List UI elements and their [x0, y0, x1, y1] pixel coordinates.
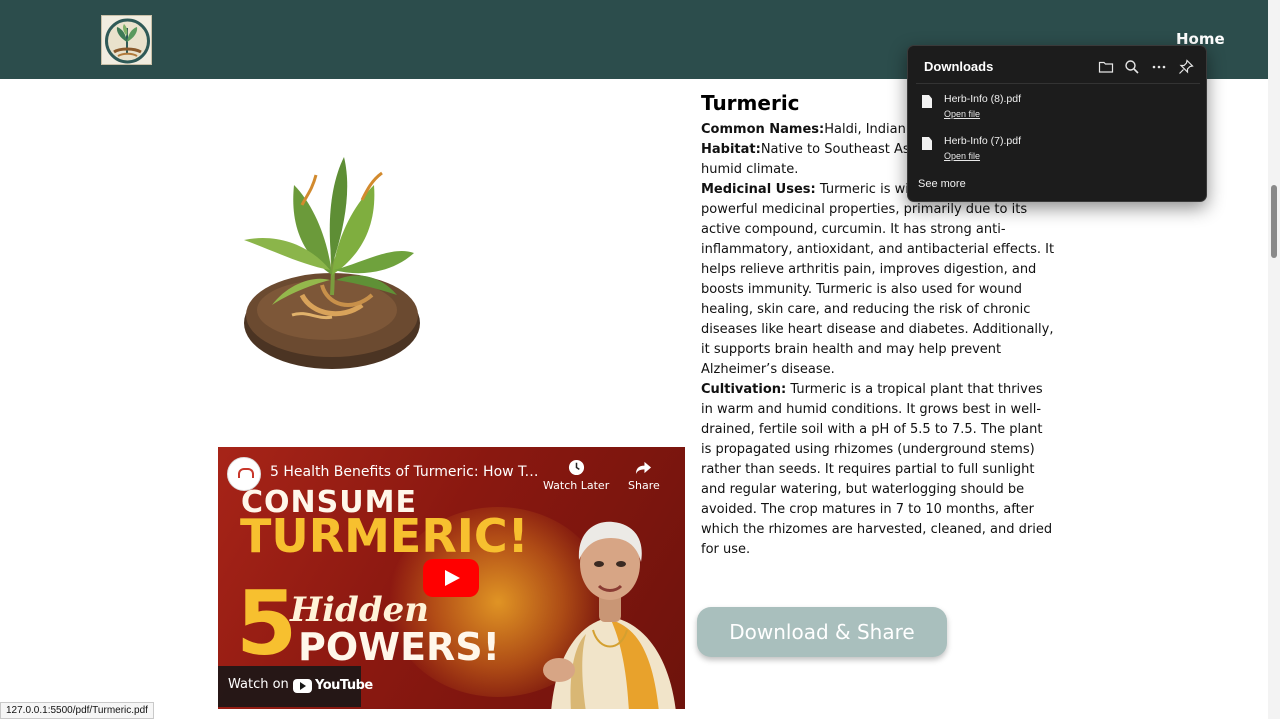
- cultivation-row: Cultivation: Turmeric is a tropical plan…: [701, 380, 1055, 560]
- download-file-name: Herb-Info (8).pdf: [944, 93, 1022, 105]
- youtube-icon: YouTube: [293, 678, 373, 693]
- common-names-value: Haldi, Indian: [824, 122, 906, 137]
- download-file-name: Herb-Info (7).pdf: [944, 135, 1022, 147]
- turmeric-plant-image: [232, 145, 432, 380]
- share-icon: [636, 461, 652, 475]
- thumbnail-text-turmeric: TURMERIC!: [240, 509, 529, 563]
- share-button[interactable]: Share: [628, 459, 660, 492]
- youtube-wordmark: YouTube: [315, 678, 373, 693]
- downloads-panel: Downloads Herb-Info (8).pdf Open file He…: [907, 45, 1207, 202]
- thumbnail-person-image: [541, 502, 681, 709]
- play-icon[interactable]: [423, 559, 479, 597]
- downloads-title: Downloads: [924, 59, 994, 74]
- scrollbar-thumb[interactable]: [1271, 185, 1277, 258]
- thumbnail-text-five: 5: [236, 572, 298, 675]
- watch-on-label: Watch on: [228, 677, 289, 692]
- folder-icon[interactable]: [1098, 59, 1114, 75]
- video-title[interactable]: 5 Health Benefits of Turmeric: How Tur..…: [270, 464, 542, 480]
- downloads-divider: [916, 83, 1200, 84]
- watch-later-button[interactable]: Watch Later: [543, 459, 609, 492]
- more-icon[interactable]: [1151, 59, 1167, 75]
- medicinal-uses-value: powerful medicinal properties, primarily…: [701, 202, 1055, 377]
- file-icon: [922, 137, 932, 150]
- watch-on-youtube-button[interactable]: Watch on YouTube: [218, 666, 373, 707]
- clock-icon: [568, 459, 584, 476]
- habitat-value: Native to Southeast As: [760, 142, 910, 157]
- medicinal-uses-label: Medicinal Uses:: [701, 182, 816, 197]
- pin-icon[interactable]: [1178, 59, 1194, 75]
- open-file-link[interactable]: Open file: [944, 109, 980, 119]
- medicinal-uses-start: Turmeric is wid: [815, 182, 918, 197]
- cultivation-value: Turmeric is a tropical plant that thrive…: [701, 382, 1053, 557]
- download-share-button[interactable]: Download & Share: [697, 607, 947, 657]
- habitat-label: Habitat:: [701, 142, 761, 157]
- thumbnail-text-powers: POWERS!: [298, 625, 500, 669]
- status-bar-url: 127.0.0.1:5500/pdf/Turmeric.pdf: [0, 702, 154, 719]
- cultivation-label: Cultivation:: [701, 382, 787, 397]
- share-label: Share: [628, 479, 660, 492]
- file-icon: [922, 95, 932, 108]
- logo-icon[interactable]: [101, 15, 152, 65]
- page-scrollbar[interactable]: [1268, 0, 1280, 719]
- search-icon[interactable]: [1124, 59, 1140, 75]
- see-more-link[interactable]: See more: [918, 178, 966, 190]
- watch-later-label: Watch Later: [543, 479, 610, 492]
- youtube-play-mark: [293, 678, 312, 693]
- download-item[interactable]: Herb-Info (8).pdf Open file: [922, 93, 1192, 129]
- common-names-label: Common Names:: [701, 122, 825, 137]
- herb-title: Turmeric: [701, 91, 800, 115]
- download-item[interactable]: Herb-Info (7).pdf Open file: [922, 135, 1192, 171]
- thumbnail-text-hidden: Hidden: [290, 590, 429, 630]
- open-file-link[interactable]: Open file: [944, 151, 980, 161]
- youtube-embed[interactable]: 5 Health Benefits of Turmeric: How Tur..…: [218, 447, 685, 709]
